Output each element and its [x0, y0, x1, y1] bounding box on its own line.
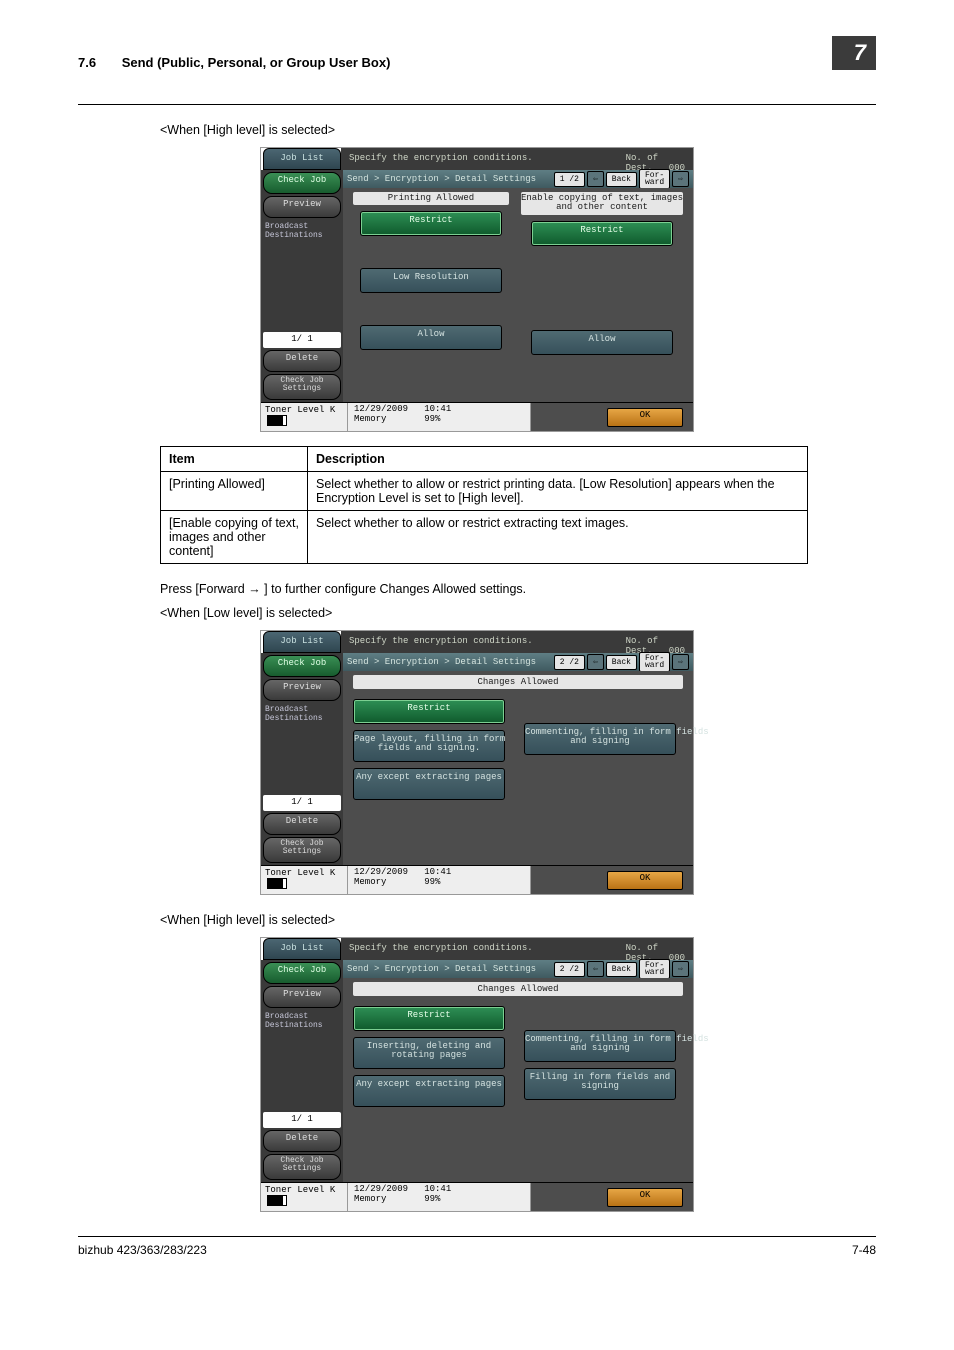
broadcast-label: Broadcast Destinations [263, 220, 341, 240]
mfp-panel-1: Job List Specify the encryption conditio… [260, 147, 694, 432]
delete-button[interactable]: Delete [263, 350, 341, 372]
any-except-option[interactable]: Any except extracting pages [353, 768, 505, 800]
job-list-tab[interactable]: Job List [263, 148, 341, 170]
footer-page: 7-48 [852, 1243, 876, 1257]
forward-button[interactable]: For- ward [639, 652, 670, 672]
restrict-option-2[interactable]: Restrict [531, 221, 673, 246]
toner-bar-icon [267, 415, 287, 426]
back-arrow-icon[interactable]: ⇦ [587, 654, 604, 670]
table-header-item: Item [161, 447, 308, 472]
preview-button[interactable]: Preview [263, 986, 341, 1008]
restrict-option[interactable]: Restrict [360, 211, 502, 236]
delete-button[interactable]: Delete [263, 1130, 341, 1152]
caption-low: <When [Low level] is selected> [160, 606, 876, 620]
preview-button[interactable]: Preview [263, 196, 341, 218]
caption-high-1: <When [High level] is selected> [160, 123, 876, 137]
forward-arrow-icon[interactable]: ⇨ [672, 654, 689, 670]
back-button[interactable]: Back [606, 172, 637, 187]
back-button[interactable]: Back [606, 962, 637, 977]
job-list-tab[interactable]: Job List [263, 631, 341, 653]
toner-bar-icon [267, 1195, 287, 1206]
footer-model: bizhub 423/363/283/223 [78, 1243, 207, 1257]
forward-arrow-icon[interactable]: ⇨ [672, 961, 689, 977]
mfp-panel-2: Job List Specify the encryption conditio… [260, 630, 694, 895]
changes-allowed-header: Changes Allowed [353, 982, 683, 996]
table-row: [Enable copying of text, images and othe… [161, 511, 808, 564]
table-row: [Printing Allowed] Select whether to all… [161, 472, 808, 511]
low-resolution-option[interactable]: Low Resolution [360, 268, 502, 293]
back-arrow-icon[interactable]: ⇦ [587, 961, 604, 977]
check-settings-button[interactable]: Check Job Settings [263, 1154, 341, 1180]
back-button[interactable]: Back [606, 655, 637, 670]
description-table: Item Description [Printing Allowed] Sele… [160, 446, 808, 564]
commenting-option[interactable]: Commenting, filling in form fields and s… [524, 723, 676, 755]
ok-button[interactable]: OK [607, 1188, 683, 1207]
preview-button[interactable]: Preview [263, 679, 341, 701]
check-job-button[interactable]: Check Job [263, 655, 341, 677]
section-header: 7.6 Send (Public, Personal, or Group Use… [78, 55, 390, 70]
datetime-status: 12/29/2009 10:41 Memory 99% [347, 403, 531, 431]
delete-button[interactable]: Delete [263, 813, 341, 835]
forward-button[interactable]: For- ward [639, 959, 670, 979]
commenting-option[interactable]: Commenting, filling in form fields and s… [524, 1030, 676, 1062]
check-job-button[interactable]: Check Job [263, 962, 341, 984]
page-layout-option[interactable]: Page layout, filling in form fields and … [353, 730, 505, 762]
pane-count: 1/ 1 [263, 332, 341, 348]
instruction-text: Specify the encryption conditions. [349, 636, 533, 653]
allow-option-2[interactable]: Allow [531, 330, 673, 355]
press-forward-text: Press [Forward → ] to further configure … [160, 582, 876, 596]
inserting-deleting-option[interactable]: Inserting, deleting and rotating pages [353, 1037, 505, 1069]
section-number: 7.6 [78, 55, 96, 70]
breadcrumb: Send > Encryption > Detail Settings [347, 174, 536, 184]
page-indicator: 1 /2 [554, 172, 585, 187]
restrict-option[interactable]: Restrict [353, 699, 505, 724]
ok-button[interactable]: OK [607, 871, 683, 890]
chapter-badge: 7 [832, 36, 876, 70]
check-job-button[interactable]: Check Job [263, 172, 341, 194]
toner-status: Toner Level K [261, 403, 347, 431]
changes-allowed-header: Changes Allowed [353, 675, 683, 689]
table-header-desc: Description [308, 447, 808, 472]
mfp-panel-3: Job List Specify the encryption conditio… [260, 937, 694, 1212]
ok-button[interactable]: OK [607, 408, 683, 427]
forward-button[interactable]: For- ward [639, 169, 670, 189]
toner-bar-icon [267, 878, 287, 889]
back-arrow-icon[interactable]: ⇦ [587, 171, 604, 187]
allow-option[interactable]: Allow [360, 325, 502, 350]
any-except-option[interactable]: Any except extracting pages [353, 1075, 505, 1107]
check-settings-button[interactable]: Check Job Settings [263, 374, 341, 400]
section-title: Send (Public, Personal, or Group User Bo… [122, 55, 391, 70]
check-settings-button[interactable]: Check Job Settings [263, 837, 341, 863]
caption-high-2: <When [High level] is selected> [160, 913, 876, 927]
printing-allowed-header: Printing Allowed [353, 192, 509, 205]
enable-copying-header: Enable copying of text, images and other… [521, 192, 683, 215]
restrict-option[interactable]: Restrict [353, 1006, 505, 1031]
instruction-text: Specify the encryption conditions. [349, 153, 533, 170]
forward-arrow-icon[interactable]: ⇨ [672, 171, 689, 187]
job-list-tab[interactable]: Job List [263, 938, 341, 960]
filling-signing-option[interactable]: Filling in form fields and signing [524, 1068, 676, 1100]
